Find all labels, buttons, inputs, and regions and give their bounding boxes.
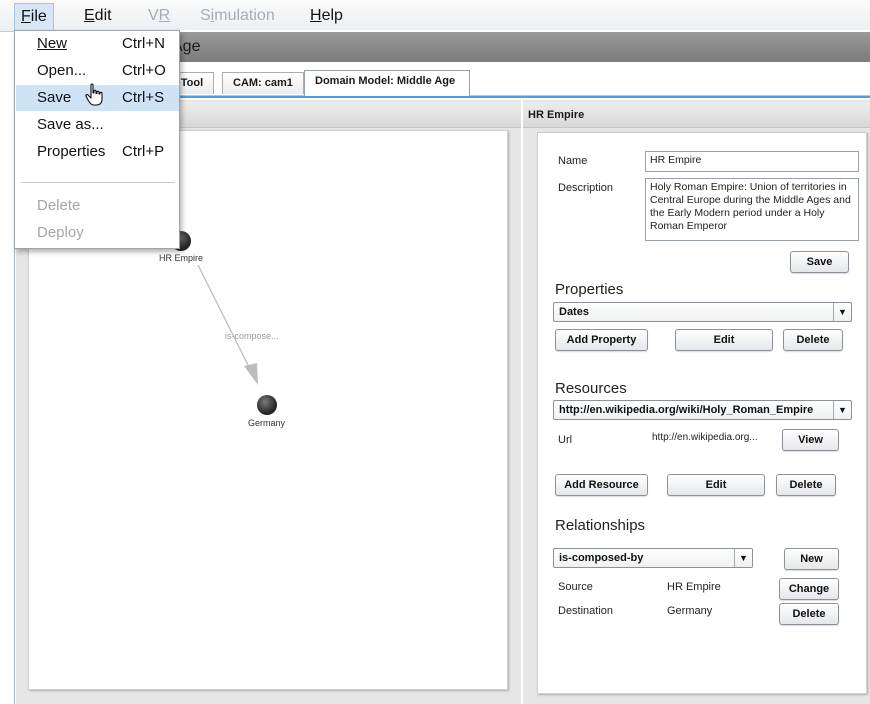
url-label: Url — [558, 434, 573, 446]
menu-item-new[interactable]: New Ctrl+N — [16, 31, 179, 57]
menu-item-accel: Ctrl+S — [122, 89, 165, 106]
graph-edge-arrowhead — [244, 363, 258, 385]
graph-edge[interactable] — [197, 264, 255, 378]
hand-cursor-icon — [85, 83, 103, 106]
menu-item-delete[interactable]: Delete — [16, 193, 179, 219]
graph-edge-label: is-compose... — [225, 331, 279, 341]
menu-vr-mnemonic: R — [158, 7, 171, 24]
menu-simulation-rest: mulation — [214, 7, 275, 24]
delete-resource-button[interactable]: Delete — [776, 474, 836, 496]
properties-title: Properties — [555, 281, 624, 298]
menu-edit-rest: dit — [94, 7, 112, 24]
save-button[interactable]: Save — [790, 251, 849, 273]
menu-item-label: Properties — [37, 143, 106, 160]
chevron-down-icon: ▼ — [833, 401, 851, 419]
menu-simulation[interactable]: Simulation — [200, 6, 275, 26]
menu-item-open[interactable]: Open... Ctrl+O — [16, 58, 179, 84]
delete-property-button[interactable]: Delete — [783, 329, 843, 351]
menu-item-label: Delete — [37, 197, 81, 214]
edit-resource-button[interactable]: Edit — [667, 474, 765, 496]
menu-bar: File Edit VR Simulation Help — [0, 0, 870, 32]
name-field[interactable]: HR Empire — [645, 151, 859, 172]
delete-relationship-button[interactable]: Delete — [779, 603, 839, 625]
menu-item-deploy[interactable]: Deploy — [16, 220, 179, 246]
menu-item-accel: Ctrl+O — [122, 62, 166, 79]
description-label: Description — [558, 182, 614, 194]
properties-selected: Dates — [559, 306, 589, 318]
url-value: http://en.wikipedia.org... — [652, 432, 758, 443]
menu-item-label: New — [37, 35, 68, 52]
relationships-selected: is-composed-by — [559, 552, 644, 564]
menu-file-mnemonic: F — [21, 8, 31, 25]
menu-separator — [21, 182, 175, 183]
graph-node-label: Germany — [248, 418, 286, 428]
graph-node-label: HR Empire — [159, 253, 204, 263]
add-property-button[interactable]: Add Property — [555, 329, 648, 351]
menu-help[interactable]: Help — [310, 6, 343, 26]
menu-item-label: Save as... — [37, 116, 104, 133]
chevron-down-icon: ▼ — [833, 303, 851, 321]
change-button[interactable]: Change — [779, 578, 839, 600]
source-value: HR Empire — [667, 581, 721, 593]
graph-node-germany[interactable] — [257, 395, 277, 415]
menu-file[interactable]: File — [14, 3, 54, 30]
tab-domain-model[interactable]: Domain Model: Middle Age — [304, 70, 470, 96]
destination-label: Destination — [558, 605, 614, 617]
new-relationship-button[interactable]: New — [784, 548, 839, 570]
description-field[interactable]: Holy Roman Empire: Union of territories … — [645, 178, 859, 241]
menu-edit[interactable]: Edit — [84, 6, 112, 26]
chevron-down-icon: ▼ — [734, 549, 752, 567]
menu-help-mnemonic: H — [310, 7, 322, 24]
relationships-select[interactable]: is-composed-by ▼ — [553, 548, 753, 568]
source-label: Source — [558, 581, 593, 593]
tab-cam[interactable]: CAM: cam1 — [222, 72, 304, 94]
menu-item-label: Deploy — [37, 224, 84, 241]
menu-vr[interactable]: VR — [148, 6, 170, 26]
file-menu-dropdown: New Ctrl+N Open... Ctrl+O Save Ctrl+S Save … — [14, 30, 180, 249]
detail-title: HR Empire — [528, 109, 585, 121]
menu-simulation-pre: S — [200, 7, 211, 24]
menu-file-rest: ile — [30, 8, 47, 25]
destination-value: Germany — [667, 605, 713, 617]
menu-item-save-as[interactable]: Save as... — [16, 112, 179, 138]
menu-item-properties[interactable]: Properties Ctrl+P — [16, 139, 179, 165]
menu-item-accel: Ctrl+P — [122, 143, 165, 160]
name-label: Name — [558, 155, 588, 167]
edit-property-button[interactable]: Edit — [675, 329, 773, 351]
view-button[interactable]: View — [782, 429, 839, 451]
resources-title: Resources — [555, 380, 627, 397]
resources-select[interactable]: http://en.wikipedia.org/wiki/Holy_Roman_… — [553, 400, 852, 420]
properties-select[interactable]: Dates ▼ — [553, 302, 852, 322]
resources-selected: http://en.wikipedia.org/wiki/Holy_Roman_… — [559, 404, 814, 416]
menu-vr-pre: V — [148, 7, 159, 24]
menu-help-rest: elp — [321, 7, 343, 24]
menu-item-label: Save — [37, 89, 72, 106]
menu-edit-mnemonic: E — [84, 7, 95, 24]
relationships-title: Relationships — [555, 517, 646, 534]
add-resource-button[interactable]: Add Resource — [555, 474, 648, 496]
menu-item-accel: Ctrl+N — [122, 35, 165, 52]
menu-item-label: Open... — [37, 62, 87, 79]
